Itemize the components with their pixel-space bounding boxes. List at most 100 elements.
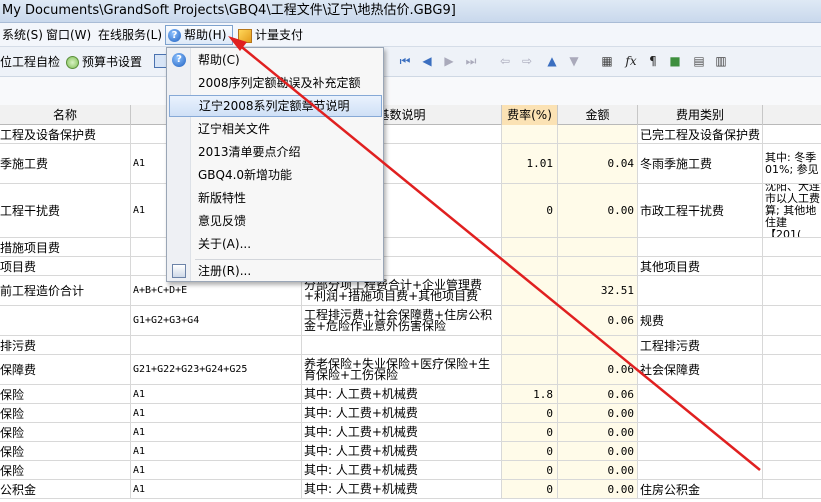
cell-category[interactable] <box>638 276 763 305</box>
table-row[interactable]: 措施项目费 <box>0 238 821 257</box>
cell-rate[interactable] <box>502 306 558 335</box>
menu-item-new-features-40[interactable]: GBQ4.0新增功能 <box>193 164 382 186</box>
menu-item-2013-points[interactable]: 2013清单要点介绍 <box>193 141 382 163</box>
menu-help[interactable]: ? 帮助(H) <box>165 25 233 45</box>
cell-amount[interactable]: 0.00 <box>558 442 638 460</box>
cell-name[interactable]: 季施工费 <box>0 144 131 183</box>
cell-amount[interactable] <box>558 257 638 275</box>
cell-rate[interactable]: 0 <box>502 423 558 441</box>
cell-category[interactable] <box>638 238 763 256</box>
cell-desc[interactable]: 其中: 人工费+机械费 <box>302 442 502 460</box>
cell-rate[interactable] <box>502 257 558 275</box>
cell-rate[interactable]: 0 <box>502 480 558 498</box>
cell-amount[interactable]: 0.00 <box>558 423 638 441</box>
cell-name[interactable]: 保障费 <box>0 355 131 384</box>
cell-name[interactable]: 公积金 <box>0 480 131 498</box>
cell-name[interactable]: 措施项目费 <box>0 238 131 256</box>
header-note[interactable] <box>763 105 821 125</box>
menu-item-liaoning-docs[interactable]: 辽宁相关文件 <box>193 118 382 140</box>
table-row[interactable]: 公积金 A1 其中: 人工费+机械费 0 0.00 住房公积金 <box>0 480 821 499</box>
cell-amount[interactable]: 0.06 <box>558 355 638 384</box>
cell-base[interactable] <box>131 336 302 354</box>
move-down-icon[interactable]: ▼ <box>567 54 581 68</box>
cell-desc[interactable]: 工程排污费+社会保障费+住房公积金+危险作业意外伤害保险 <box>302 306 502 335</box>
next-icon[interactable]: ▶ <box>442 54 456 68</box>
header-category[interactable]: 费用类别 <box>638 105 763 125</box>
cell-rate[interactable] <box>502 238 558 256</box>
paragraph-icon[interactable]: ¶ <box>646 54 660 68</box>
print-icon[interactable]: ▤ <box>692 54 706 68</box>
menu-item-about[interactable]: 关于(A)... <box>193 233 382 255</box>
menu-item-register[interactable]: 注册(R)... <box>193 260 382 282</box>
table-row[interactable]: 前工程造价合计 A+B+C+D+E 分部分项工程费合计+企业管理费+利润+措施项目费… <box>0 276 821 306</box>
cell-category[interactable] <box>638 442 763 460</box>
cell-desc[interactable] <box>302 336 502 354</box>
cell-category[interactable] <box>638 461 763 479</box>
cell-rate[interactable] <box>502 336 558 354</box>
cell-name[interactable]: 排污费 <box>0 336 131 354</box>
cell-base[interactable]: A1 <box>131 385 302 403</box>
cell-desc[interactable]: 其中: 人工费+机械费 <box>302 480 502 498</box>
cell-name[interactable]: 项目费 <box>0 257 131 275</box>
cell-category[interactable] <box>638 423 763 441</box>
cell-amount[interactable]: 0.00 <box>558 184 638 237</box>
cell-name[interactable]: 工程及设备保护费 <box>0 125 131 143</box>
cell-category[interactable] <box>638 404 763 422</box>
cell-rate[interactable] <box>502 355 558 384</box>
cell-note[interactable] <box>763 257 821 275</box>
report-icon[interactable]: ▥ <box>714 54 728 68</box>
cell-name[interactable]: 保险 <box>0 423 131 441</box>
table-row[interactable]: 保险 A1 其中: 人工费+机械费 0 0.00 <box>0 423 821 442</box>
formula-icon[interactable]: fx <box>624 54 638 68</box>
table-row[interactable]: 保险 A1 其中: 人工费+机械费 0 0.00 <box>0 404 821 423</box>
cell-rate[interactable]: 0 <box>502 404 558 422</box>
cell-name[interactable]: 保险 <box>0 404 131 422</box>
header-name[interactable]: 名称 <box>0 105 131 125</box>
table-row[interactable]: 保险 A1 其中: 人工费+机械费 1.8 0.06 <box>0 385 821 404</box>
menu-item-help[interactable]: 帮助(C) <box>193 49 382 71</box>
cell-name[interactable]: 保险 <box>0 461 131 479</box>
table-row[interactable]: 项目费 其他项目费 <box>0 257 821 276</box>
cell-note[interactable]: 沈阳、大连 市以人工费 算; 其他地 住建【201( <box>763 184 821 237</box>
cell-desc[interactable]: 养老保险+失业保险+医疗保险+生育保险+工伤保险 <box>302 355 502 384</box>
menu-item-chapter-notes[interactable]: 辽宁2008系列定额章节说明 <box>169 95 382 117</box>
cell-category[interactable]: 社会保障费 <box>638 355 763 384</box>
cell-rate[interactable]: 1.8 <box>502 385 558 403</box>
table-row[interactable]: 保险 A1 其中: 人工费+机械费 0 0.00 <box>0 442 821 461</box>
table-row[interactable]: 排污费 工程排污费 <box>0 336 821 355</box>
cell-amount[interactable]: 0.06 <box>558 385 638 403</box>
cell-note[interactable] <box>763 276 821 305</box>
cell-rate[interactable] <box>502 125 558 143</box>
cell-rate[interactable]: 1.01 <box>502 144 558 183</box>
cell-name[interactable]: 保险 <box>0 442 131 460</box>
table-row[interactable]: 保险 A1 其中: 人工费+机械费 0 0.00 <box>0 461 821 480</box>
table-row[interactable]: 工程及设备保护费 已完工程及设备保护费 <box>0 125 821 144</box>
cell-name[interactable]: 保险 <box>0 385 131 403</box>
menu-item-errata[interactable]: 2008序列定额勘误及补充定额 <box>193 72 382 94</box>
cell-amount[interactable]: 32.51 <box>558 276 638 305</box>
cell-base[interactable]: G21+G22+G23+G24+G25 <box>131 355 302 384</box>
cell-category[interactable]: 工程排污费 <box>638 336 763 354</box>
move-left-icon[interactable]: ⇦ <box>498 54 512 68</box>
table-row[interactable]: G1+G2+G3+G4 工程排污费+社会保障费+住房公积金+危险作业意外伤害保险 0… <box>0 306 821 336</box>
table-row[interactable]: 季施工费A1机械费1.010.04冬雨季施工费其中: 冬季 01%; 参见 <box>0 144 821 184</box>
table-row[interactable]: 工程干扰费A1机械费00.00市政工程干扰费沈阳、大连 市以人工费 算; 其他地… <box>0 184 821 238</box>
menu-system[interactable]: 系统(S) <box>0 25 45 45</box>
menu-window[interactable]: 窗口(W) <box>44 25 93 45</box>
header-rate[interactable]: 费率(%) <box>502 105 558 125</box>
cell-note[interactable] <box>763 442 821 460</box>
menu-online-service[interactable]: 在线服务(L) <box>96 25 164 45</box>
cell-amount[interactable]: 0.06 <box>558 306 638 335</box>
cell-desc[interactable]: 其中: 人工费+机械费 <box>302 423 502 441</box>
cell-note[interactable] <box>763 404 821 422</box>
cell-category[interactable]: 冬雨季施工费 <box>638 144 763 183</box>
cell-base[interactable]: G1+G2+G3+G4 <box>131 306 302 335</box>
cell-category[interactable]: 市政工程干扰费 <box>638 184 763 237</box>
cell-base[interactable]: A1 <box>131 404 302 422</box>
cell-note[interactable]: 其中: 冬季 01%; 参见 <box>763 144 821 183</box>
unit-check-button[interactable]: 位工程自检 <box>0 53 60 71</box>
cell-note[interactable] <box>763 461 821 479</box>
cell-desc[interactable]: 其中: 人工费+机械费 <box>302 404 502 422</box>
move-up-icon[interactable]: ▲ <box>545 54 559 68</box>
budget-settings-button[interactable]: 预算书设置 <box>66 53 142 71</box>
